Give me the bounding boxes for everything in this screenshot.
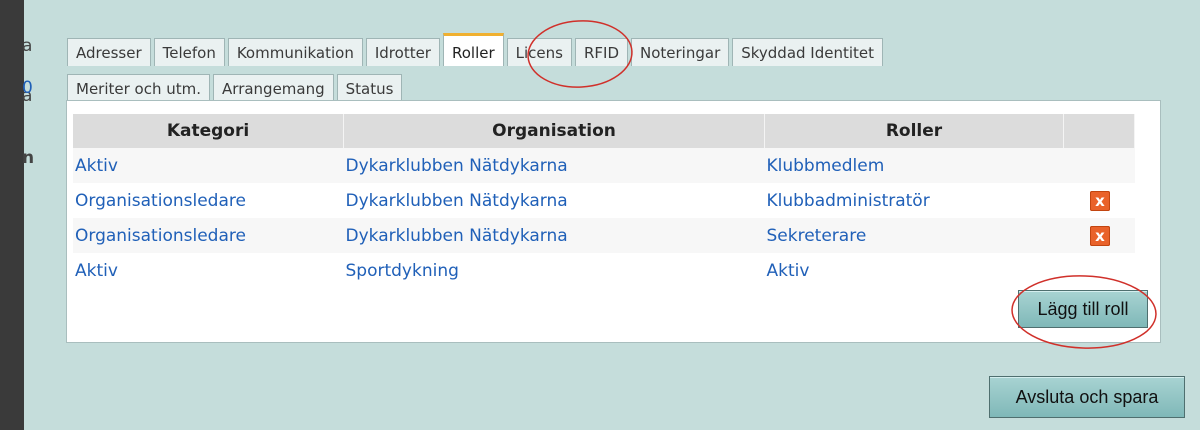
cell-actions: x bbox=[1063, 218, 1135, 253]
cell-organisation[interactable]: Sportdykning bbox=[343, 253, 765, 288]
tab-licens[interactable]: Licens bbox=[506, 38, 572, 66]
cell-actions bbox=[1063, 253, 1135, 288]
cell-kategori[interactable]: Organisationsledare bbox=[73, 183, 344, 218]
add-role-button[interactable]: Lägg till roll bbox=[1018, 290, 1148, 328]
cell-roll[interactable]: Klubbadministratör bbox=[764, 183, 1064, 218]
table-row: Organisationsledare Dykarklubben Nätdyka… bbox=[73, 183, 1135, 218]
cell-kategori[interactable]: Aktiv bbox=[73, 253, 344, 288]
tab-arrangemang[interactable]: Arrangemang bbox=[213, 74, 334, 102]
cell-roll[interactable]: Klubbmedlem bbox=[764, 148, 1064, 183]
tab-idrotter[interactable]: Idrotter bbox=[365, 38, 440, 66]
cell-actions bbox=[1063, 148, 1135, 183]
cell-roll[interactable]: Aktiv bbox=[764, 253, 1064, 288]
tab-rfid[interactable]: RFID bbox=[574, 38, 628, 66]
table-row: Aktiv Dykarklubben Nätdykarna Klubbmedle… bbox=[73, 148, 1135, 183]
header-roller: Roller bbox=[764, 114, 1064, 148]
tab-noteringar[interactable]: Noteringar bbox=[631, 38, 730, 66]
tab-status[interactable]: Status bbox=[336, 74, 403, 102]
table-header-row: Kategori Organisation Roller bbox=[73, 114, 1135, 148]
cell-roll[interactable]: Sekreterare bbox=[764, 218, 1064, 253]
left-dark-strip bbox=[0, 0, 24, 430]
save-and-close-button[interactable]: Avsluta och spara bbox=[989, 376, 1185, 418]
header-organisation: Organisation bbox=[343, 114, 765, 148]
tab-skyddad-identitet[interactable]: Skyddad Identitet bbox=[732, 38, 884, 66]
cell-actions: x bbox=[1063, 183, 1135, 218]
cell-kategori[interactable]: Aktiv bbox=[73, 148, 344, 183]
left-edge bbox=[24, 0, 32, 430]
tab-row-primary: Adresser Telefon Kommunikation Idrotter … bbox=[67, 33, 886, 66]
cell-organisation[interactable]: Dykarklubben Nätdykarna bbox=[343, 148, 765, 183]
left-fragment-link: 0 bbox=[22, 78, 33, 98]
left-fragment-top: a bbox=[22, 36, 33, 56]
tab-roller[interactable]: Roller bbox=[442, 33, 504, 66]
roles-panel: Kategori Organisation Roller Aktiv Dykar… bbox=[66, 100, 1161, 343]
header-actions bbox=[1063, 114, 1135, 148]
cell-organisation[interactable]: Dykarklubben Nätdykarna bbox=[343, 183, 765, 218]
left-fragment-bold: n bbox=[22, 148, 35, 168]
tab-telefon[interactable]: Telefon bbox=[153, 38, 225, 66]
table-row: Aktiv Sportdykning Aktiv bbox=[73, 253, 1135, 288]
tab-row-secondary: Meriter och utm. Arrangemang Status bbox=[67, 74, 405, 102]
tab-adresser[interactable]: Adresser bbox=[67, 38, 151, 66]
header-kategori: Kategori bbox=[73, 114, 344, 148]
tab-meriter[interactable]: Meriter och utm. bbox=[67, 74, 211, 102]
delete-icon[interactable]: x bbox=[1090, 225, 1110, 246]
roles-table: Kategori Organisation Roller Aktiv Dykar… bbox=[73, 114, 1135, 288]
cell-kategori[interactable]: Organisationsledare bbox=[73, 218, 344, 253]
delete-icon[interactable]: x bbox=[1090, 190, 1110, 211]
table-row: Organisationsledare Dykarklubben Nätdyka… bbox=[73, 218, 1135, 253]
cell-organisation[interactable]: Dykarklubben Nätdykarna bbox=[343, 218, 765, 253]
tab-kommunikation[interactable]: Kommunikation bbox=[227, 38, 363, 66]
